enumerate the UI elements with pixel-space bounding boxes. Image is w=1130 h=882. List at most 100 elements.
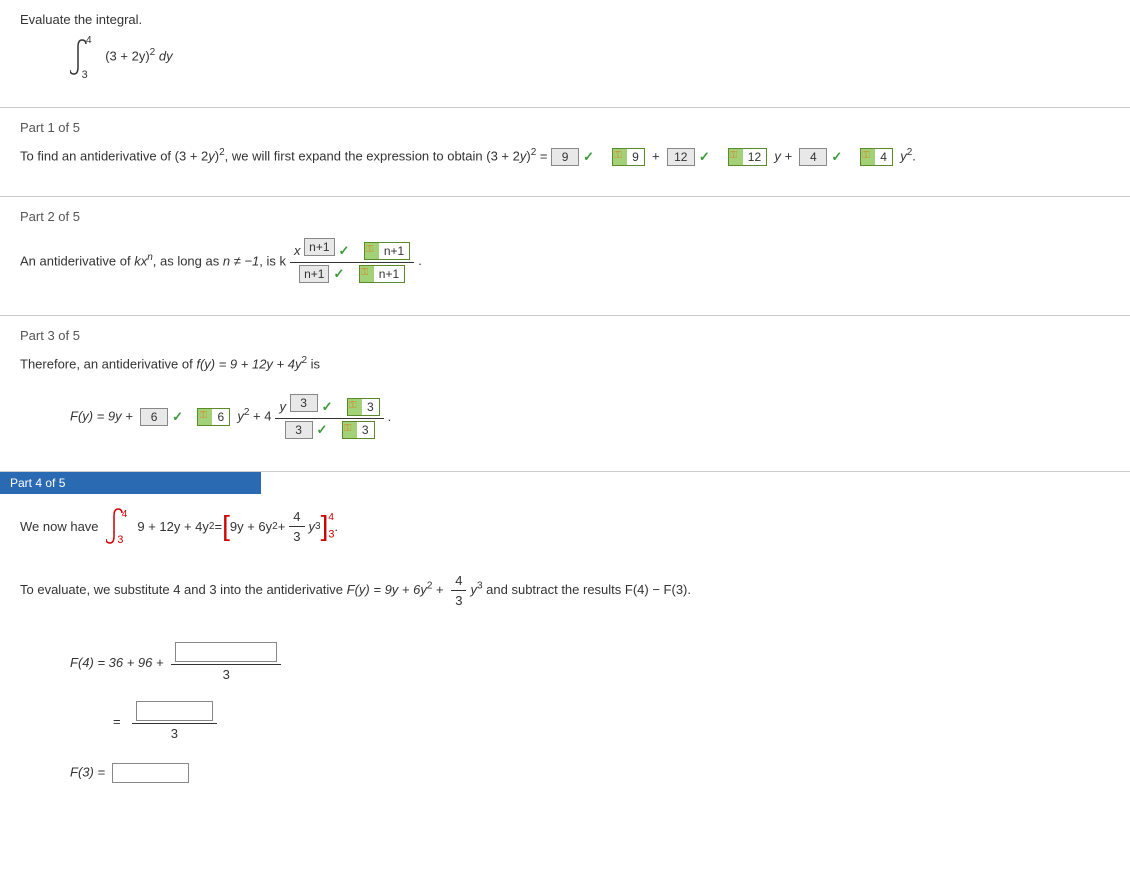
answer-box-2[interactable]: 12 <box>667 148 695 166</box>
key-answer-den: 3 <box>342 421 375 439</box>
four-thirds-frac: 43 <box>289 507 304 546</box>
key-icon <box>343 422 357 438</box>
part4-line2: To evaluate, we substitute 4 and 3 into … <box>20 571 1110 610</box>
plus: + <box>652 148 660 163</box>
answer-box-1[interactable]: 9 <box>551 148 579 166</box>
answer-box-3[interactable]: 4 <box>799 148 827 166</box>
bracket-expr: 9y + 6y <box>230 519 272 534</box>
key-icon <box>613 149 627 165</box>
plus: + <box>432 582 447 597</box>
fy-expr: f(y) = 9 + 12y + 4y <box>196 357 301 372</box>
key-val: 3 <box>357 422 374 438</box>
check-icon: ✓ <box>322 399 333 414</box>
part3-text-a: Therefore, an antiderivative of <box>20 357 196 372</box>
key-answer-den: n+1 <box>359 265 405 283</box>
key-icon <box>365 243 379 259</box>
eval-text-a: To evaluate, we substitute 4 and 3 into … <box>20 582 347 597</box>
int-lower: 3 <box>117 534 123 546</box>
y-var: y <box>279 399 286 414</box>
plus-4: + 4 <box>249 408 271 423</box>
F3-label: F(3) = <box>70 765 105 780</box>
check-icon: ✓ <box>339 243 350 258</box>
check-icon: ✓ <box>333 266 344 281</box>
intro-section: Evaluate the integral. 43 (3 + 2y)2 dy <box>0 0 1130 108</box>
is-text: is <box>307 357 320 372</box>
key-icon <box>861 149 875 165</box>
exp-2: 2 <box>907 147 913 158</box>
key-icon <box>360 266 374 282</box>
key-val: 6 <box>212 409 229 425</box>
equals: = <box>113 714 121 729</box>
F4-eq-row: = 3 <box>113 699 1110 743</box>
frac-den: 3 <box>289 527 304 546</box>
int-upper: 4 <box>122 509 128 520</box>
instruction-text: Evaluate the integral. <box>20 12 1110 27</box>
key-icon <box>729 149 743 165</box>
equals: = <box>214 519 222 534</box>
part2-text-b: , as long as <box>153 254 223 269</box>
key-val: 9 <box>627 149 644 165</box>
key-answer-coef: 6 <box>197 408 230 426</box>
bracket-upper: 4 <box>328 512 334 523</box>
bracket-lower: 3 <box>328 528 334 540</box>
four-thirds-frac: 43 <box>451 571 466 610</box>
frac-num: 4 <box>451 571 466 591</box>
integral-expression: 43 (3 + 2y)2 dy <box>70 37 1110 77</box>
answer-box-den[interactable]: 3 <box>285 421 313 439</box>
eval-text-b: and subtract the results F(4) − F(3). <box>483 582 691 597</box>
plus: + <box>278 519 286 534</box>
kxn: kx <box>134 254 147 269</box>
F4-numerator-input[interactable] <box>175 642 277 662</box>
answer-box-den[interactable]: n+1 <box>299 265 329 283</box>
part4-line1: We now have 43 9 + 12y + 4y2 = [9y + 6y2… <box>20 506 1110 546</box>
key-val: 4 <box>875 149 892 165</box>
key-answer-3: 4 <box>860 148 893 166</box>
answer-box-exp[interactable]: 3 <box>290 394 318 412</box>
part1-title: Part 1 of 5 <box>20 120 1110 135</box>
we-now-text: We now have <box>20 519 99 534</box>
frac-num: 4 <box>289 507 304 527</box>
F4-result-input[interactable] <box>136 701 213 721</box>
is-k: , is k <box>259 254 286 269</box>
F4-result-frac: 3 <box>132 699 217 743</box>
x-var: x <box>294 243 301 258</box>
right-bracket-icon: ] <box>321 510 329 542</box>
Fy-label: F(y) = 9y + <box>70 408 133 423</box>
key-answer-exp: 3 <box>347 398 380 416</box>
part4-section: Part 4 of 5 We now have 43 9 + 12y + 4y2… <box>0 472 1130 813</box>
y-cubed-fraction: y 3 ✓ 3 3 ✓ 3 <box>275 392 383 442</box>
left-bracket-icon: [ <box>222 510 230 542</box>
key-icon <box>198 409 212 425</box>
part3-line1: Therefore, an antiderivative of f(y) = 9… <box>20 355 1110 371</box>
F3-input[interactable] <box>112 763 189 783</box>
y-var: y <box>520 148 527 163</box>
integral-upper-limit: 4 <box>86 35 92 46</box>
part1-text-a: To find an antiderivative of (3 + 2 <box>20 148 208 163</box>
part2-section: Part 2 of 5 An antiderivative of kxn, as… <box>0 197 1130 317</box>
part3-line2: F(y) = 9y + 6✓ 6 y2 + 4 y 3✓ 3 3✓ 3 . <box>70 392 1110 442</box>
key-val: n+1 <box>379 243 409 259</box>
check-icon: ✓ <box>831 149 842 164</box>
part1-text-b: , we will first expand the expression to… <box>225 148 520 163</box>
part1-section: Part 1 of 5 To find an antiderivative of… <box>0 108 1130 197</box>
frac-den: 3 <box>451 591 466 610</box>
answer-box-coef[interactable]: 6 <box>140 408 168 426</box>
part2-title: Part 2 of 5 <box>20 209 1110 224</box>
key-val: 12 <box>743 149 766 165</box>
part3-section: Part 3 of 5 Therefore, an antiderivative… <box>0 316 1130 472</box>
eq-den: 3 <box>132 724 217 743</box>
differential: dy <box>159 48 173 63</box>
F4-input-frac: 3 <box>171 640 281 684</box>
ne-cond: n ≠ −1 <box>223 254 259 269</box>
F4-label: F(4) = 36 + 96 + <box>70 655 164 670</box>
integrand-base: (3 + 2y) <box>105 48 149 63</box>
F4-den: 3 <box>171 665 281 684</box>
key-icon <box>348 399 362 415</box>
part1-content: To find an antiderivative of (3 + 2y)2, … <box>20 147 1110 166</box>
F3-row: F(3) = <box>70 763 1110 783</box>
check-icon: ✓ <box>317 422 328 437</box>
part2-content: An antiderivative of kxn, as long as n ≠… <box>20 236 1110 286</box>
y-var: y <box>208 148 215 163</box>
key-answer-1: 9 <box>612 148 645 166</box>
answer-box-exp-top[interactable]: n+1 <box>304 238 334 256</box>
